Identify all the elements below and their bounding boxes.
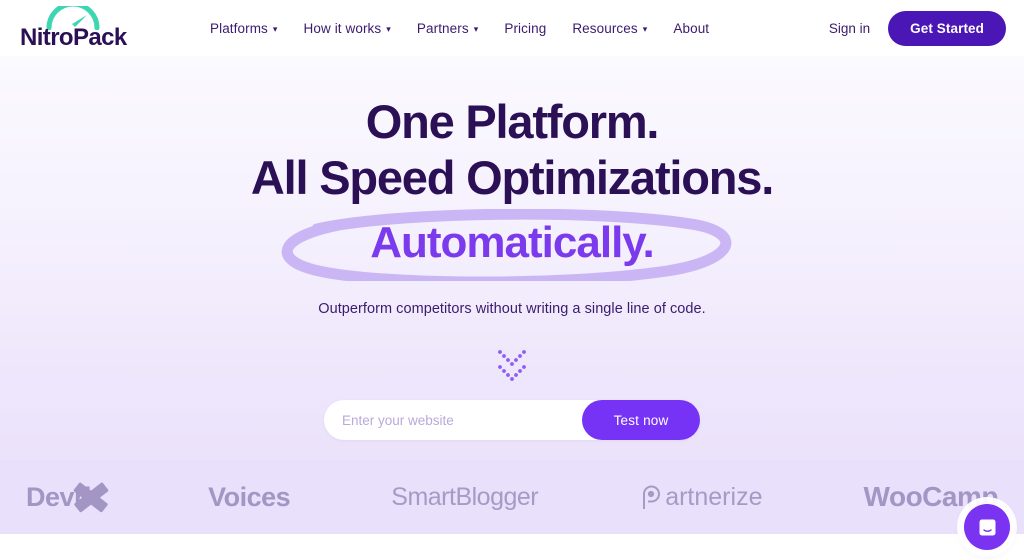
hero-subtitle: Outperform competitors without writing a… xyxy=(318,301,706,317)
nav-label: Partners xyxy=(416,20,469,36)
nav-label: Resources xyxy=(572,20,638,36)
brand-logo-voices[interactable]: Voices xyxy=(208,481,291,513)
nav-label: Platforms xyxy=(210,20,268,36)
chat-message-icon xyxy=(979,519,995,535)
header-actions: Sign in Get Started xyxy=(829,0,1006,56)
chat-launcher-button[interactable] xyxy=(964,504,1010,550)
get-started-button[interactable]: Get Started xyxy=(888,10,1006,46)
devrix-x-icon xyxy=(73,482,109,513)
brand-logo-smartblogger[interactable]: SmartBlogger xyxy=(391,483,538,512)
nav-label: About xyxy=(673,20,710,36)
headline-line-1: One Platform. xyxy=(365,95,660,148)
partnerize-p-icon xyxy=(643,485,661,509)
nav-item-partners[interactable]: Partners ▾ xyxy=(417,21,478,36)
test-now-button[interactable]: Test now xyxy=(582,400,700,440)
nitropack-logo[interactable]: NitroPack xyxy=(20,4,132,52)
headline-highlight: Automatically. xyxy=(370,218,654,267)
chevron-down-icon: ▾ xyxy=(386,23,391,34)
brand-label: SmartBlogger xyxy=(391,482,539,511)
nav-item-how-it-works[interactable]: How it works ▾ xyxy=(304,21,391,36)
brand-label: Voices xyxy=(208,481,291,512)
brand-logo-devrix[interactable]: Devri xyxy=(26,482,109,513)
chevron-down-icon: ▾ xyxy=(272,23,278,34)
chevron-down-icon: ▾ xyxy=(473,23,479,34)
double-chevron-down-icon xyxy=(498,350,526,381)
chevron-down-icon: ▾ xyxy=(642,23,648,34)
brand-label: artnerize xyxy=(665,482,763,511)
nav-label: How it works xyxy=(303,20,382,36)
landing-page: NitroPack Platforms ▾ How it works ▾ Par… xyxy=(0,0,1024,560)
website-url-input[interactable] xyxy=(324,400,582,440)
nav-label: Pricing xyxy=(504,20,547,36)
client-logo-strip: Devri Voices SmartBlogger artnerize WooC… xyxy=(0,460,1024,534)
headline-line-2: All Speed Optimizations. xyxy=(250,151,774,204)
sign-in-link[interactable]: Sign in xyxy=(829,21,870,36)
brand-logo-partnerize[interactable]: artnerize xyxy=(639,483,762,512)
main-navigation: Platforms ▾ How it works ▾ Partners ▾ Pr… xyxy=(210,0,709,56)
page-title: One Platform. All Speed Optimizations. xyxy=(0,94,1024,206)
site-header: NitroPack Platforms ▾ How it works ▾ Par… xyxy=(0,0,1024,56)
logo-wordmark: NitroPack xyxy=(20,24,127,51)
nav-item-platforms[interactable]: Platforms ▾ xyxy=(210,21,278,36)
nav-item-pricing[interactable]: Pricing xyxy=(504,21,546,36)
headline-highlight-wrap: Automatically. xyxy=(0,209,1024,281)
hero-section: One Platform. All Speed Optimizations. A… xyxy=(0,56,1024,460)
nav-item-resources[interactable]: Resources ▾ xyxy=(572,21,647,36)
nav-item-about[interactable]: About xyxy=(673,21,709,36)
website-test-form: Test now xyxy=(324,400,700,440)
